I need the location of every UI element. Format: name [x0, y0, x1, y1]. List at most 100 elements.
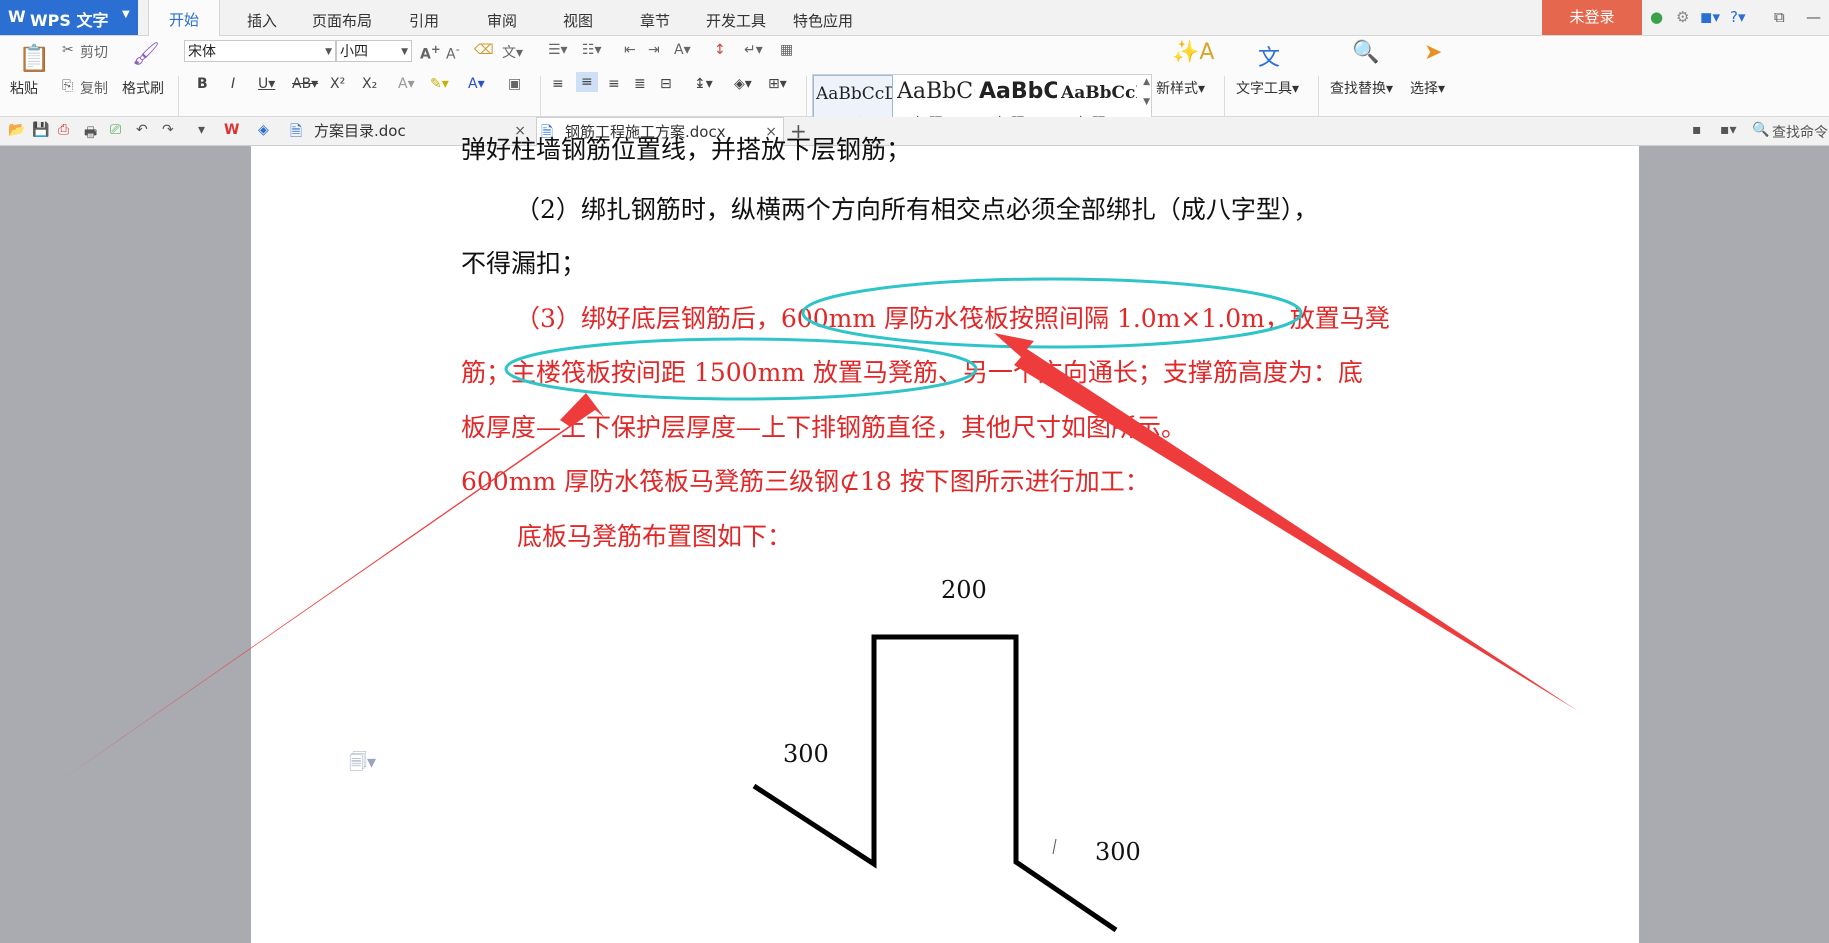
cut-button[interactable]: 剪切 [80, 42, 108, 62]
subscript-icon[interactable]: X₂ [362, 76, 377, 92]
find-replace-button[interactable]: 查找替换▾ [1330, 78, 1393, 98]
grow-font-icon[interactable]: A+ [420, 42, 441, 63]
app-name: WPS 文字 [30, 11, 109, 30]
strikethrough-icon[interactable]: AB▾ [292, 76, 318, 92]
decrease-indent-icon[interactable]: ⇤ [624, 42, 636, 58]
numbered-list-icon[interactable]: ☷▾ [582, 42, 602, 58]
help-icon[interactable]: ?▾ [1730, 8, 1746, 26]
format-painter-button[interactable]: 格式刷 [122, 78, 164, 98]
find-command-input[interactable]: 查找命令 [1772, 122, 1828, 142]
line-spacing-icon[interactable]: ↨▾ [694, 76, 713, 92]
paste-icon[interactable]: 📋 [18, 44, 50, 74]
tab-chapter[interactable]: 章节 [640, 10, 670, 31]
style-preview: AaBbC( [897, 79, 975, 104]
tab-features[interactable]: 特色应用 [793, 10, 853, 31]
cloud-doc-icon[interactable]: ◈ [258, 122, 269, 138]
shrink-font-icon[interactable]: A- [446, 42, 460, 63]
tab-home[interactable]: 开始 [148, 0, 221, 36]
export-pdf-icon[interactable]: ⎙ [58, 122, 69, 138]
customize-toolbar-icon[interactable]: ▾ [198, 122, 205, 138]
text-effect-icon[interactable]: A▾ [398, 76, 415, 92]
format-painter-icon[interactable]: 🖌 [132, 42, 160, 67]
font-size-select[interactable]: 小四 ▼ [336, 40, 412, 62]
phonetic-icon[interactable]: 文▾ [502, 42, 523, 62]
rebar-chair-shape [752, 634, 1118, 933]
chinese-layout-icon[interactable]: A▾ [674, 42, 691, 58]
text-tools-icon[interactable]: 文 [1258, 40, 1280, 72]
gallery-scroll-up-icon[interactable]: ▲ [1143, 77, 1150, 87]
chevron-down-icon: ▼ [325, 47, 332, 57]
sort-icon[interactable]: ↕ [714, 42, 726, 58]
tab-review[interactable]: 审阅 [487, 10, 517, 31]
tab-page-layout[interactable]: 页面布局 [312, 10, 372, 31]
document-page[interactable]: 弹好柱墙钢筋位置线，并搭放下层钢筋； （2）绑扎钢筋时，纵横两个方向所有相交点必… [251, 135, 1639, 943]
cloud-sync-icon[interactable]: ● [1650, 8, 1663, 26]
increase-indent-icon[interactable]: ⇥ [648, 42, 660, 58]
document-tab-bar: 📂 💾 ⎙ 🖶 ⎚ ↶ ↷ ▾ W ◈ 🗎 方案目录.doc × 🗎 钢筋工程施… [0, 117, 1829, 146]
dimension-right-label: 300 [1095, 838, 1141, 866]
select-cursor-icon[interactable]: ➤ [1424, 40, 1442, 65]
select-button[interactable]: 选择▾ [1410, 78, 1445, 98]
print-icon[interactable]: 🖶 [84, 122, 97, 146]
char-shading-icon[interactable]: ▣ [508, 76, 521, 92]
style-preview: AaBbCcDc [1061, 83, 1137, 103]
undo-icon[interactable]: ↶ [136, 122, 148, 138]
ribbon-toolbar: 📋 粘贴 ✂ 剪切 ⎘ 复制 🖌 格式刷 宋体 ▼ 小四 ▼ A+ A- ⌫ 文▾ … [0, 36, 1829, 146]
feedback-icon[interactable]: ▪ [1692, 122, 1702, 138]
chevron-down-icon: ▼ [122, 9, 130, 20]
shading-icon[interactable]: ◈▾ [734, 76, 752, 92]
align-right-icon[interactable]: ≡ [608, 76, 620, 92]
show-marks-icon[interactable]: ↵▾ [744, 42, 763, 58]
paste-button[interactable]: 粘贴 [10, 78, 38, 98]
highlight-icon[interactable]: ✎▾ [430, 76, 449, 92]
style-preview: AaBbC [979, 79, 1057, 104]
tab-insert[interactable]: 插入 [247, 10, 277, 31]
copy-icon[interactable]: ⎘ [62, 78, 73, 94]
justify-icon[interactable]: ≣ [634, 76, 646, 92]
underline-icon[interactable]: U▾ [258, 76, 275, 92]
distributed-icon[interactable]: ⊟ [660, 76, 672, 92]
tab-references[interactable]: 引用 [409, 10, 439, 31]
bold-icon[interactable]: B [197, 76, 208, 92]
chevron-down-icon: ▼ [401, 47, 408, 57]
open-folder-icon[interactable]: 📂 [8, 122, 25, 138]
window-restore-icon[interactable]: ⧉ [1774, 8, 1785, 26]
tab-view[interactable]: 视图 [563, 10, 593, 31]
font-name-select[interactable]: 宋体 ▼ [184, 40, 336, 62]
text-tools-button[interactable]: 文字工具▾ [1236, 78, 1299, 98]
font-name-value: 宋体 [188, 44, 216, 60]
app-menu-button[interactable]: W WPS 文字 ▼ [0, 0, 138, 35]
borders-icon[interactable]: ⊞▾ [768, 76, 787, 92]
dimension-top-label: 200 [941, 576, 987, 604]
word-doc-icon: 🗎 [290, 122, 303, 140]
settings-icon[interactable]: ⚙ [1676, 8, 1689, 26]
skin-icon[interactable]: ◼▾ [1700, 8, 1720, 26]
wps-home-icon[interactable]: W [224, 122, 239, 138]
dimension-left-label: 300 [783, 740, 829, 768]
gallery-scroll-down-icon[interactable]: ▼ [1143, 97, 1150, 107]
align-left-icon[interactable]: ≡ [552, 76, 564, 92]
superscript-icon[interactable]: X² [330, 76, 345, 92]
italic-icon[interactable]: I [231, 76, 235, 92]
wps-logo-icon: W [8, 7, 26, 26]
clear-format-icon[interactable]: ⌫ [474, 42, 494, 58]
find-replace-icon[interactable]: 🔍 [1352, 40, 1379, 65]
new-style-icon[interactable]: ✨A [1172, 40, 1214, 65]
minimize-icon[interactable]: — [1806, 8, 1821, 26]
save-icon[interactable]: 💾 [32, 122, 49, 138]
table-grid-icon[interactable]: ▦ [780, 42, 793, 58]
tab-developer[interactable]: 开发工具 [706, 10, 766, 31]
copy-button[interactable]: 复制 [80, 78, 108, 98]
paste-options-icon[interactable]: 🗐▾ [349, 750, 376, 780]
font-size-value: 小四 [340, 44, 368, 60]
scissors-icon[interactable]: ✂ [62, 42, 74, 58]
collapse-ribbon-icon[interactable]: ▪▾ [1720, 122, 1737, 138]
print-preview-icon[interactable]: ⎚ [110, 122, 121, 138]
font-color-icon[interactable]: A▾ [468, 76, 485, 92]
search-icon[interactable]: 🔍 [1752, 122, 1769, 138]
new-style-button[interactable]: 新样式▾ [1156, 78, 1205, 98]
redo-icon[interactable]: ↷ [162, 122, 174, 138]
login-button[interactable]: 未登录 [1542, 0, 1642, 35]
align-center-icon[interactable]: ≡ [576, 72, 598, 92]
bullet-list-icon[interactable]: ☰▾ [548, 42, 568, 58]
